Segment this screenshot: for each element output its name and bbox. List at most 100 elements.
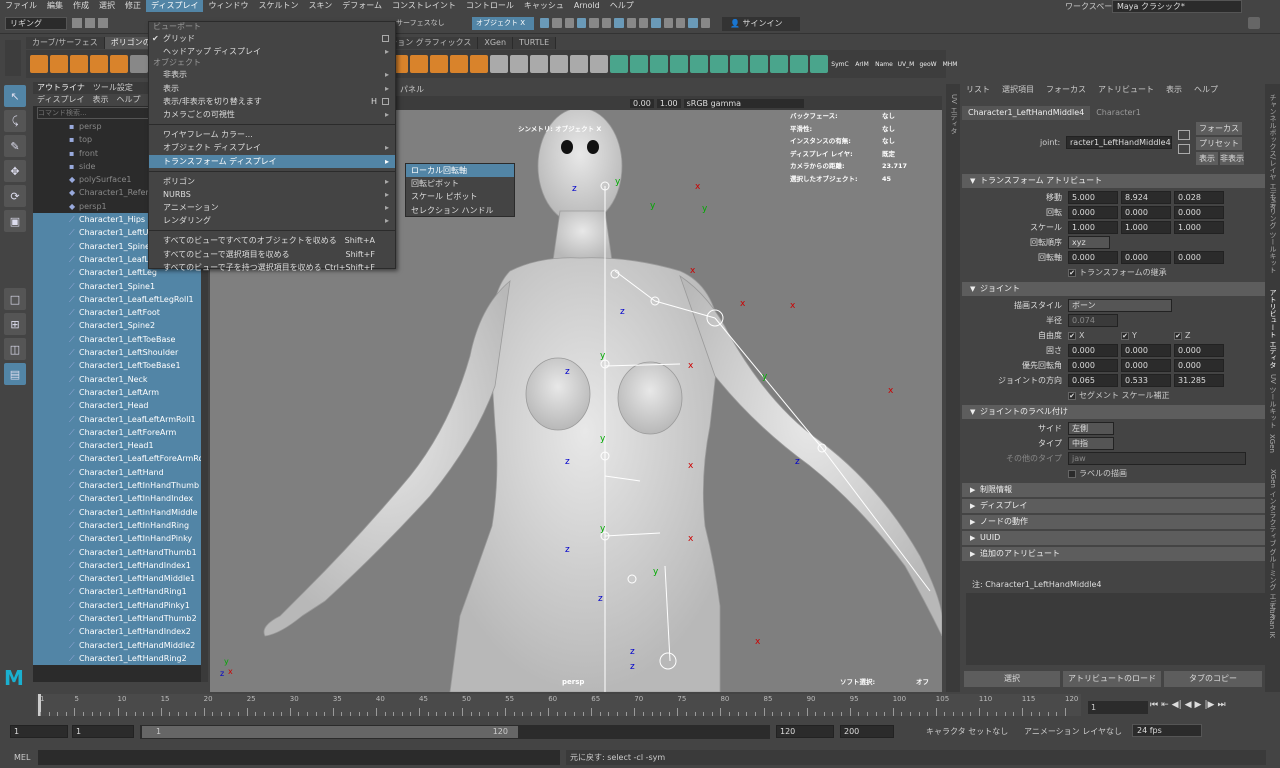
status-tool-icon[interactable]	[601, 18, 612, 28]
select-button[interactable]: 選択	[964, 671, 1060, 687]
outliner-item[interactable]: ⟋ Character1_LeftArm	[33, 385, 201, 400]
dof-y-checkbox[interactable]: ✔	[1121, 331, 1129, 340]
outliner-item[interactable]: ⟋ Character1_Head	[33, 399, 201, 413]
status-tool-icon[interactable]	[700, 18, 711, 28]
outliner-item[interactable]: ⟋ Character1_LeftHandPinky1	[33, 598, 201, 612]
tab-outliner[interactable]: アウトライナ	[37, 82, 85, 94]
menu-show[interactable]: 表示 ▸	[149, 82, 395, 95]
char-set-label[interactable]: キャラクタ セットなし	[926, 726, 1008, 737]
menu-polygon[interactable]: ポリゴン ▸	[149, 175, 395, 188]
shelf-tool-icon[interactable]	[610, 55, 628, 73]
orient-z[interactable]: 31.285	[1174, 374, 1224, 387]
menu-animation[interactable]: アニメーション ▸	[149, 201, 395, 214]
value-field[interactable]: 5.000	[1068, 191, 1118, 204]
pref-y[interactable]: 0.000	[1121, 359, 1171, 372]
rotate-order-dropdown[interactable]: xyz	[1068, 236, 1110, 249]
exposure-field[interactable]: 0.00	[630, 98, 654, 108]
move-tool-icon[interactable]: ✥	[4, 160, 26, 182]
outliner-item[interactable]: ⟋ Character1_LeftHandIndex2	[33, 625, 201, 639]
orient-x[interactable]: 0.065	[1068, 374, 1118, 387]
outliner-item[interactable]: ⟋ Character1_LeftForeArm	[33, 425, 201, 440]
shelf-tool-icon[interactable]	[410, 55, 428, 73]
outliner-item[interactable]: ⟋ Character1_LeftFoot	[33, 306, 201, 320]
outliner-item[interactable]: ⟋ Character1_LeftInHandIndex	[33, 492, 201, 506]
joint-name-field[interactable]: racter1_LeftHandMiddle4	[1066, 136, 1172, 149]
type-dropdown[interactable]: 中指	[1068, 437, 1114, 450]
segment-scale-checkbox[interactable]: ✔	[1068, 391, 1076, 400]
menu-object-display[interactable]: オブジェクト ディスプレイ ▸	[149, 141, 395, 154]
range-handle[interactable]: 1 120	[142, 726, 518, 738]
range-slider[interactable]: 1 120	[140, 725, 770, 739]
outliner-item[interactable]: ⟋ Character1_LeftHandMiddle2	[33, 638, 201, 652]
stiff-y[interactable]: 0.000	[1121, 344, 1171, 357]
side-tab-1[interactable]: モデリング ツールキット	[1268, 194, 1278, 273]
signin-button[interactable]: 👤 サインイン	[722, 17, 800, 31]
menu-grid[interactable]: ✔ グリッド	[149, 32, 395, 45]
outliner-item[interactable]: ⟋ Character1_LeftToeBase1	[33, 359, 201, 373]
status-tool-icon[interactable]	[688, 18, 698, 28]
shelf-tool-icon[interactable]	[550, 55, 568, 73]
section-labeling[interactable]: ▼ ジョイントのラベル付け	[962, 405, 1272, 419]
menu-nurbs[interactable]: NURBS ▸	[149, 188, 395, 201]
show-button[interactable]: 表示	[1196, 152, 1218, 165]
menu-11[interactable]: コントロール	[461, 0, 519, 12]
menu-local-rotation-axes[interactable]: ローカル回転軸	[406, 164, 514, 178]
value-field[interactable]: 0.028	[1174, 191, 1224, 204]
outliner-item[interactable]: ⟋ Character1_LeftInHandThumb	[33, 479, 201, 493]
shelf-tab-8[interactable]: TURTLE	[513, 37, 557, 49]
shelf-tab-0[interactable]: カーブ/サーフェス	[26, 37, 105, 49]
gamma-field[interactable]: 1.00	[656, 98, 681, 108]
draw-label-checkbox[interactable]	[1068, 469, 1076, 478]
section-collapsed[interactable]: ▶ ノードの動作	[962, 515, 1272, 529]
outliner-item[interactable]: ⟋ Character1_LeftHandIndex1	[33, 558, 201, 573]
outliner-item[interactable]: ⟋ Character1_LeftHandRing2	[33, 651, 201, 666]
menu-display[interactable]: ディスプレイ	[37, 94, 84, 106]
menu-10[interactable]: コンストレイント	[387, 0, 461, 12]
rot-axis-y[interactable]: 0.000	[1121, 251, 1171, 264]
side-tab-5[interactable]: XGen インタラクティブ グルーミング エディタ	[1268, 469, 1278, 621]
orient-y[interactable]: 0.533	[1121, 374, 1171, 387]
shelf-tool-icon[interactable]	[710, 55, 728, 73]
rot-axis-z[interactable]: 0.000	[1174, 251, 1224, 264]
value-field[interactable]: 0.000	[1068, 206, 1118, 219]
outliner-item[interactable]: ⟋ Character1_LeftHand	[33, 465, 201, 480]
section-collapsed[interactable]: ▶ 追加のアトリビュート	[962, 547, 1272, 561]
status-tool-icon[interactable]	[663, 18, 673, 28]
current-frame-field[interactable]: 1	[1088, 701, 1148, 714]
option-box-icon[interactable]	[382, 97, 389, 105]
outliner-item[interactable]: ⟋ Character1_LeafLeftLegRoll1	[33, 292, 201, 307]
value-field[interactable]: 0.000	[1174, 206, 1224, 219]
step-back-key-icon[interactable]: ⇤	[1161, 700, 1169, 714]
settings-icon[interactable]	[1248, 17, 1260, 29]
menu-5[interactable]: ディスプレイ	[146, 0, 204, 12]
outliner-item[interactable]: ⟋ Character1_Neck	[33, 372, 201, 386]
outliner-item[interactable]: ⟋ Character1_Spine2	[33, 319, 201, 333]
side-tab-2[interactable]: アトリビュート エディタ	[1268, 289, 1278, 368]
other-type-field[interactable]: jaw	[1068, 452, 1246, 465]
dof-z-checkbox[interactable]: ✔	[1174, 331, 1182, 340]
value-field[interactable]: 8.924	[1121, 191, 1171, 204]
menu-frame-selection[interactable]: すべてのビューで選択項目を収める Shift+F	[149, 248, 395, 261]
menu-rotate-pivot[interactable]: 回転ピボット	[406, 177, 514, 190]
menu-6[interactable]: ウィンドウ	[203, 0, 253, 12]
outliner-item[interactable]: ⟋ Character1_Head1	[33, 439, 201, 453]
value-field[interactable]: 1.000	[1068, 221, 1118, 234]
option-box-icon[interactable]	[382, 35, 389, 42]
status-tool-icon[interactable]	[589, 18, 599, 28]
inherit-checkbox[interactable]: ✔	[1068, 268, 1076, 277]
play-back-icon[interactable]: ◀	[1185, 700, 1192, 714]
value-field[interactable]: 0.000	[1121, 206, 1171, 219]
menu-0[interactable]: ファイル	[0, 0, 42, 12]
menu-hide[interactable]: 非表示 ▸	[149, 68, 395, 81]
shelf-tool-icon[interactable]	[110, 55, 128, 73]
attr-menu-1[interactable]: 選択項目	[1002, 84, 1034, 96]
copy-tab-button[interactable]: タブのコピー	[1164, 671, 1262, 687]
pref-z[interactable]: 0.000	[1174, 359, 1224, 372]
dof-x-checkbox[interactable]: ✔	[1068, 331, 1076, 340]
shelf-tool-icon[interactable]	[570, 55, 588, 73]
status-tool-icon[interactable]	[577, 18, 587, 28]
output-connection-icon[interactable]	[1178, 144, 1190, 154]
paint-select-icon[interactable]: ✎	[4, 135, 26, 157]
shelf-label-1[interactable]: ArIM	[852, 61, 872, 68]
attr-menu-2[interactable]: フォーカス	[1046, 84, 1086, 96]
